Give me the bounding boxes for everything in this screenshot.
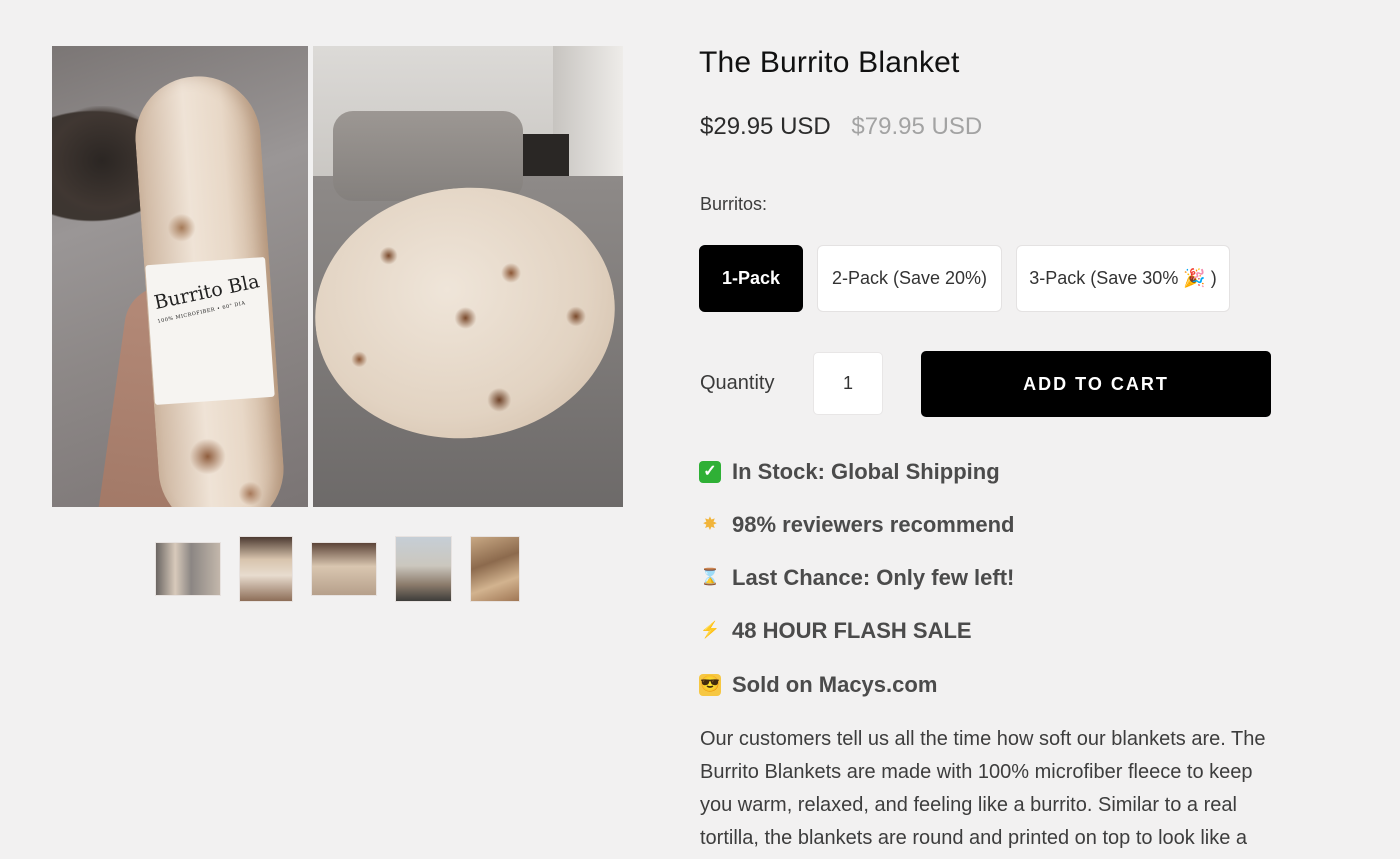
add-to-cart-button[interactable]: ADD TO CART xyxy=(921,351,1271,417)
feature-text: Last Chance: Only few left! xyxy=(732,565,1015,590)
feature-flash-sale: ⚡ 48 HOUR FLASH SALE xyxy=(699,614,972,648)
compare-price: $79.95 USD xyxy=(851,113,983,140)
feature-recommend: ✸ 98% reviewers recommend xyxy=(699,508,1015,542)
thumbnail-1[interactable] xyxy=(156,543,220,595)
feature-text: Sold on Macys.com xyxy=(732,672,938,697)
sparkle-icon: ✸ xyxy=(703,516,717,533)
check-mark-icon: ✓ xyxy=(699,461,721,483)
feature-last-chance: ⌛ Last Chance: Only few left! xyxy=(699,561,1014,595)
product-main-image[interactable]: Burrito Bla 100% MICROFIBER • 60" DIA xyxy=(52,46,623,507)
feature-in-stock: ✓ In Stock: Global Shipping xyxy=(699,455,1000,489)
thumbnail-3[interactable] xyxy=(312,543,376,595)
pillows-shape xyxy=(333,111,523,201)
rolled-blanket-photo: Burrito Bla 100% MICROFIBER • 60" DIA xyxy=(52,46,308,507)
thumbnail-5[interactable] xyxy=(471,537,519,601)
hourglass-icon: ⌛ xyxy=(700,569,720,586)
feature-macys: 😎 Sold on Macys.com xyxy=(699,668,937,702)
variant-label: Burritos: xyxy=(700,194,768,214)
variant-option-1-pack[interactable]: 1-Pack xyxy=(699,245,803,312)
sunglasses-face-icon: 😎 xyxy=(699,674,721,696)
thumbnail-4[interactable] xyxy=(396,537,451,601)
quantity-label: Quantity xyxy=(700,372,775,394)
blanket-on-bed-photo xyxy=(313,46,623,507)
thumbnail-2[interactable] xyxy=(240,537,292,601)
variant-option-2-pack[interactable]: 2-Pack (Save 20%) xyxy=(817,245,1002,312)
feature-text: In Stock: Global Shipping xyxy=(732,459,1000,484)
price-block: $29.95 USD $79.95 USD xyxy=(700,113,982,141)
feature-text: 98% reviewers recommend xyxy=(732,512,1015,537)
blanket-label: Burrito Bla 100% MICROFIBER • 60" DIA xyxy=(145,256,275,406)
product-description: Our customers tell us all the time how s… xyxy=(700,728,1266,849)
variant-selector: 1-Pack 2-Pack (Save 20%) 3-Pack (Save 30… xyxy=(699,245,1244,312)
product-title: The Burrito Blanket xyxy=(699,46,960,79)
sale-price: $29.95 USD xyxy=(700,113,831,140)
thumbnail-strip xyxy=(156,536,519,602)
quantity-input[interactable] xyxy=(813,352,883,415)
lightning-icon: ⚡ xyxy=(700,622,720,639)
variant-option-3-pack[interactable]: 3-Pack (Save 30% 🎉 ) xyxy=(1016,245,1230,312)
feature-text: 48 HOUR FLASH SALE xyxy=(732,618,972,643)
